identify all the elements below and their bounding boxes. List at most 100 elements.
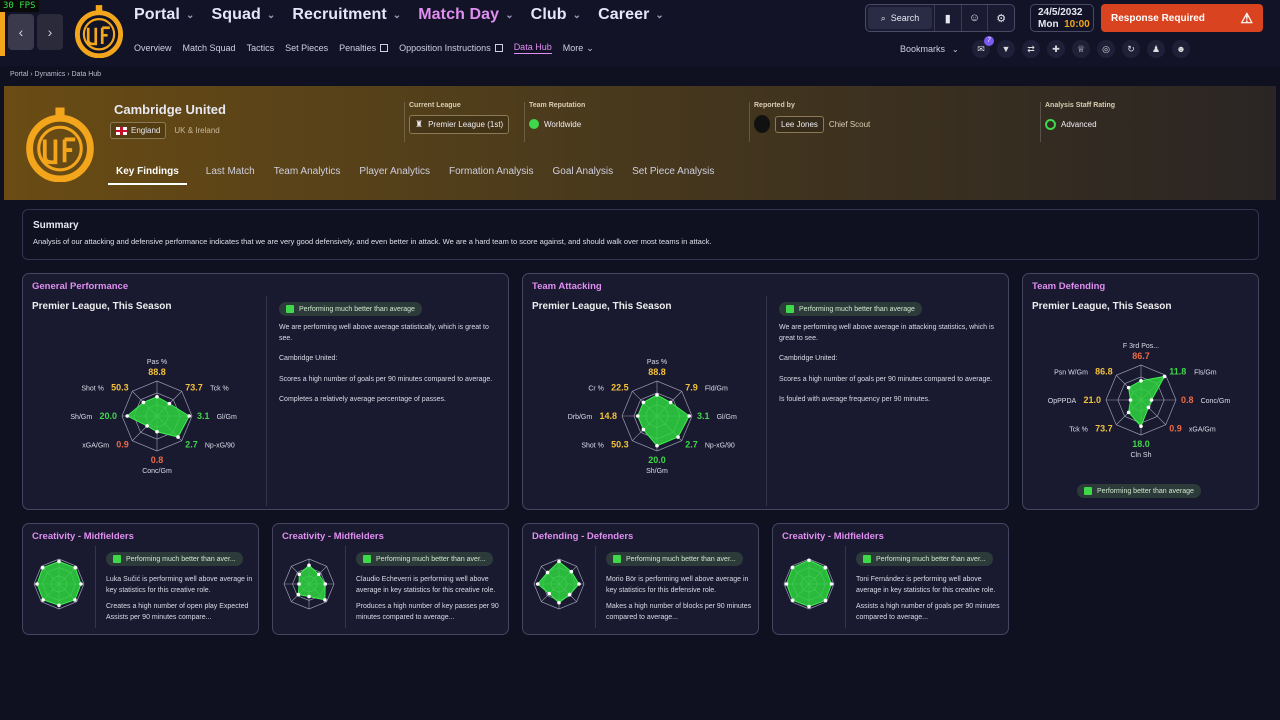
subnav-label: Set Pieces — [285, 43, 329, 53]
subnav-overview[interactable]: Overview — [134, 42, 172, 54]
subnav-label: Tactics — [246, 43, 275, 53]
quick-icons: ✉ 7 ▼ ⇄ ✚ ♕ ◎ ↻ ♟ ☻ — [972, 36, 1190, 58]
breadcrumb-item[interactable]: Data Hub — [72, 71, 102, 78]
radar-point — [829, 582, 834, 586]
radar-point — [547, 591, 552, 596]
group-icon[interactable]: ☻ — [1172, 40, 1190, 58]
assistant-button[interactable]: ☺ — [960, 5, 988, 31]
date-time[interactable]: 24/5/2032 Mon 10:00 — [1030, 4, 1094, 32]
nav-label: Recruitment — [292, 6, 387, 23]
player-card[interactable]: Creativity - Midfielders Performing much … — [772, 523, 1009, 635]
radar-axis-label: OpPPDA — [1048, 398, 1077, 405]
desc-line: Toni Fernández is performing well above … — [856, 576, 996, 594]
general-performance-radar: Pas %88.8 73.7 Tck % 3.1 Gl/Gm 2.7 Np-xG/90 0.8… — [70, 359, 237, 475]
search-button[interactable]: ⌕ Search — [868, 7, 932, 29]
radar-point — [557, 600, 561, 605]
shirt-icon[interactable]: ▼ — [997, 40, 1015, 58]
player-card[interactable]: Creativity - Midfielders Performing much … — [22, 523, 259, 635]
nav-recruitment[interactable]: Recruitment ⌄ — [292, 6, 401, 24]
radar-value: 11.8 — [1169, 367, 1186, 377]
target-icon[interactable]: ◎ — [1097, 40, 1115, 58]
radar-axis-label: Cln Sh — [1130, 452, 1151, 459]
subnav-more[interactable]: More ⌄ — [563, 42, 594, 54]
tab-formation-analysis[interactable]: Formation Analysis — [449, 166, 533, 185]
league-info: Current League ♜ Premier League (1st) — [409, 102, 510, 134]
radar-point — [307, 594, 311, 599]
inbox-icon[interactable]: ✉ 7 — [972, 36, 994, 58]
subnav-data-hub[interactable]: Data Hub — [513, 42, 552, 54]
refresh-icon[interactable]: ↻ — [1122, 40, 1140, 58]
back-button[interactable]: ‹ — [8, 14, 34, 50]
tab-set-piece-analysis[interactable]: Set Piece Analysis — [632, 166, 714, 185]
desc-line: Produces a high number of key passes per… — [356, 603, 499, 621]
radar-point — [35, 582, 39, 586]
transfer-icon[interactable]: ⇄ — [1022, 40, 1040, 58]
pill-label: Performing much better than aver... — [626, 555, 736, 563]
pill-label: Performing much better than aver... — [126, 555, 236, 563]
radar-area — [1128, 375, 1166, 428]
nav-club[interactable]: Club ⌄ — [531, 6, 581, 24]
nav-portal[interactable]: Portal ⌄ — [134, 6, 194, 24]
radar-axis-label: Sh/Gm — [646, 468, 668, 475]
desc-line: Assists a high number of goals per 90 mi… — [856, 603, 1000, 621]
radar-point — [145, 424, 149, 428]
subnav-penalties[interactable]: Penalties — [339, 42, 389, 54]
radar-point — [790, 598, 795, 603]
people-icon[interactable]: ♟ — [1147, 40, 1165, 58]
breadcrumb-item[interactable]: Dynamics — [35, 71, 66, 78]
tab-player-analytics[interactable]: Player Analytics — [359, 166, 430, 185]
trophy-icon[interactable]: ♕ — [1072, 40, 1090, 58]
radar-axis-label: xGA/Gm — [1189, 426, 1216, 433]
bookmark-button[interactable]: ▮ — [934, 5, 961, 31]
team-attacking-panel[interactable]: Team Attacking Premier League, This Seas… — [522, 273, 1009, 510]
summary-title: Summary — [33, 220, 79, 231]
league-chip[interactable]: ♜ Premier League (1st) — [409, 115, 510, 134]
radar-point — [545, 570, 550, 575]
general-performance-panel[interactable]: General Performance Premier League, This… — [22, 273, 509, 510]
thumbs-up-icon — [286, 305, 294, 313]
nav-career[interactable]: Career ⌄ — [598, 6, 664, 24]
tab-goal-analysis[interactable]: Goal Analysis — [553, 166, 614, 185]
radar-point — [557, 559, 561, 564]
datahub-tabs: Key Findings Last Match Team Analytics Play… — [108, 166, 733, 185]
tab-team-analytics[interactable]: Team Analytics — [274, 166, 341, 185]
forward-button[interactable]: › — [37, 14, 63, 50]
accent-bar — [0, 10, 5, 56]
breadcrumb-item[interactable]: Portal — [10, 71, 28, 78]
radar-point — [784, 582, 789, 586]
reputation-value: Worldwide — [544, 119, 582, 129]
nation-chip[interactable]: England — [110, 122, 167, 139]
player-card[interactable]: Creativity - Midfielders Performing much … — [272, 523, 509, 635]
bookmarks-menu[interactable]: Bookmarks ⌄ — [900, 44, 959, 54]
radar-axis-label: Conc/Gm — [1201, 398, 1231, 405]
tab-last-match[interactable]: Last Match — [206, 166, 255, 185]
training-icon[interactable]: ✚ — [1047, 40, 1065, 58]
desc-line: Morio Bör is performing well above avera… — [606, 576, 749, 594]
response-required-button[interactable]: Response Required ⚠ — [1101, 4, 1263, 32]
radar-value: 18.0 — [1132, 439, 1150, 449]
response-label: Response Required — [1111, 12, 1205, 24]
reporter-chip[interactable]: Lee Jones — [775, 115, 824, 133]
external-link-icon — [494, 44, 503, 52]
radar-axis-label: Pas % — [147, 359, 167, 366]
chevron-down-icon: ⌄ — [505, 9, 514, 21]
subnav-match-squad[interactable]: Match Squad — [183, 42, 236, 54]
reporter-info: Reported by Lee Jones Chief Scout — [754, 102, 870, 133]
thumbs-up-icon — [363, 555, 371, 563]
club-logo[interactable] — [72, 4, 126, 58]
thumbs-up-icon — [113, 555, 121, 563]
nav-squad[interactable]: Squad ⌄ — [211, 6, 275, 24]
settings-button[interactable]: ⚙ — [987, 5, 1014, 31]
radar-point — [569, 569, 574, 574]
team-defending-panel[interactable]: Team Defending Premier League, This Seas… — [1022, 273, 1259, 510]
radar-value: 88.8 — [648, 367, 666, 377]
desc-line: Claudio Echeverri is performing well abo… — [356, 576, 496, 594]
subnav-tactics[interactable]: Tactics — [247, 42, 275, 54]
nav-match-day[interactable]: Match Day ⌄ — [418, 6, 513, 24]
card-title: Defending - Defenders — [532, 531, 634, 542]
player-card[interactable]: Defending - Defenders Performing much bet… — [522, 523, 759, 635]
subnav-set-pieces[interactable]: Set Pieces — [285, 42, 328, 54]
nav-label: Match Day — [418, 6, 500, 23]
subnav-opposition-instructions[interactable]: Opposition Instructions — [399, 42, 503, 54]
tab-key-findings[interactable]: Key Findings — [108, 166, 187, 185]
